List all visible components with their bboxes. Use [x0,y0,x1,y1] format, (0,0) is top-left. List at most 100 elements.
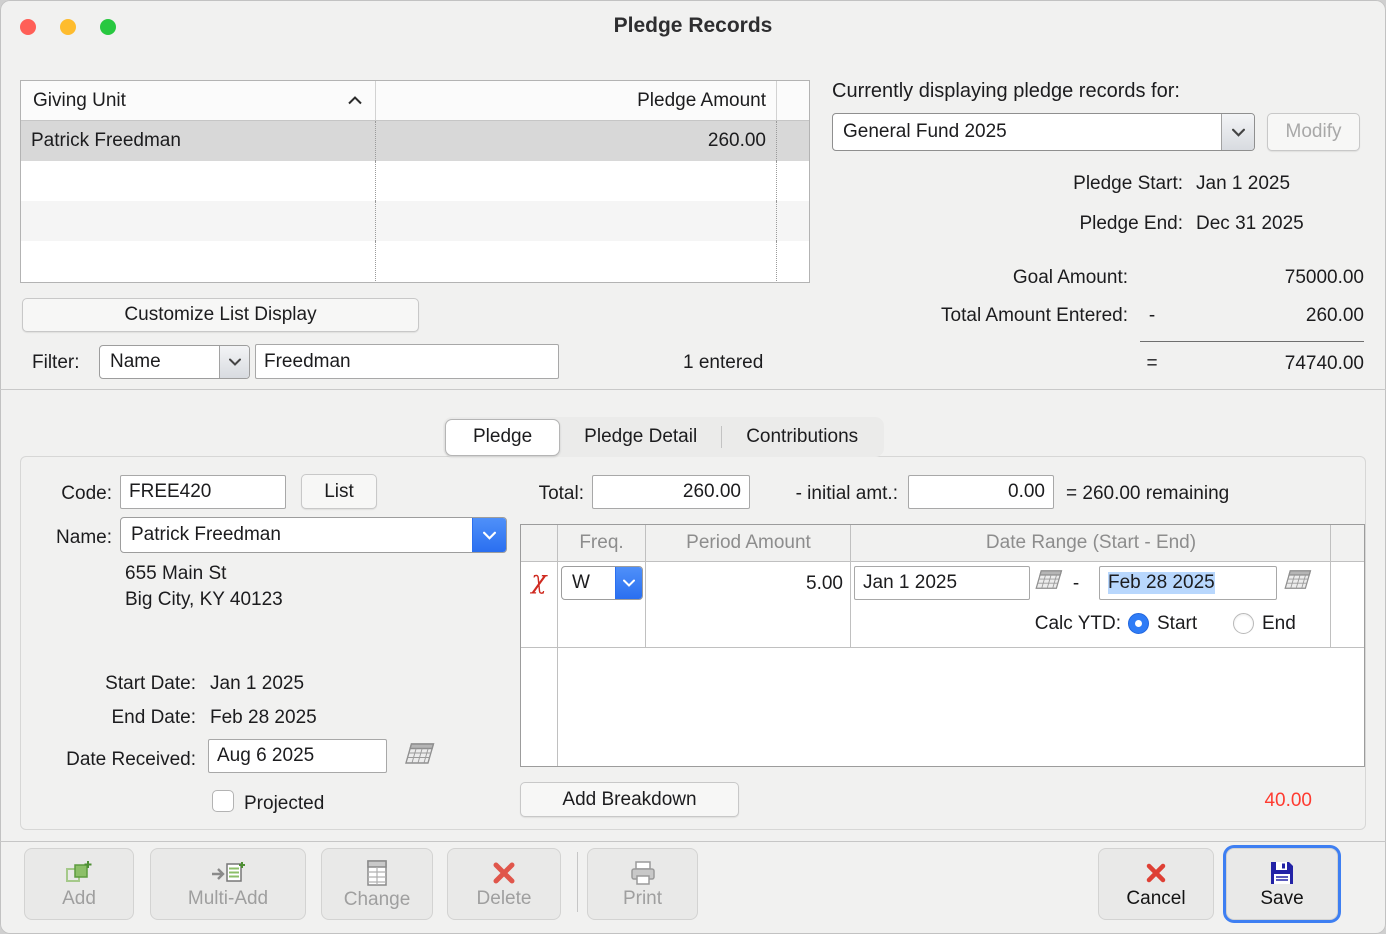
pledge-end-value: Dec 31 2025 [1196,212,1304,236]
date-received-input[interactable]: Aug 6 2025 [208,739,387,773]
column-header-pledge-amount[interactable]: Pledge Amount [376,81,777,120]
filter-label: Filter: [32,351,80,375]
start-date-value: Jan 1 2025 [210,672,304,696]
change-icon [365,859,389,887]
address-line2: Big City, KY 40123 [125,588,283,612]
multi-add-button[interactable]: Multi-Add [150,848,306,920]
calc-ytd-end-radio[interactable] [1233,613,1254,634]
filter-field-select[interactable]: Name [99,345,250,379]
customize-list-display-button[interactable]: Customize List Display [22,298,419,332]
name-select-value: Patrick Freedman [121,518,472,552]
end-date-label: End Date: [30,706,196,730]
calc-ytd-end-label: End [1262,612,1296,636]
delete-x-icon [491,860,517,886]
column-header-label: Pledge Amount [637,90,766,112]
filter-text-input[interactable]: Freedman [255,344,559,379]
projected-checkbox[interactable] [212,790,234,812]
list-button[interactable]: List [301,474,377,509]
change-button[interactable]: Change [321,848,433,920]
name-label: Name: [30,526,112,550]
add-icon [64,860,94,886]
minus-sign: - [1140,304,1164,328]
giving-unit-cell: Patrick Freedman [21,121,376,161]
toolbar-divider [0,841,1386,842]
pledge-end-label: Pledge End: [832,212,1183,236]
date-received-label: Date Received: [20,748,196,772]
total-entered-label: Total Amount Entered: [832,304,1128,328]
initial-amount-input[interactable]: 0.00 [908,475,1054,509]
add-button[interactable]: Add [24,848,134,920]
multi-add-icon [210,860,246,886]
column-header-freq: Freq. [557,532,646,554]
breakdown-table: Freq. Period Amount Date Range (Start - … [520,524,1365,767]
add-breakdown-button[interactable]: Add Breakdown [520,782,739,817]
period-amount-value: 5.00 [651,572,843,596]
total-input[interactable]: 260.00 [592,475,750,509]
cancel-x-icon [1143,860,1169,886]
table-row-empty [21,201,809,241]
column-header-period-amount: Period Amount [646,532,851,554]
frequency-select[interactable]: W [561,566,643,600]
tab-bar: Pledge Pledge Detail Contributions [443,417,884,457]
fund-select[interactable]: General Fund 2025 [832,113,1255,151]
date-picker-icon[interactable] [1034,569,1066,597]
giving-unit-table: Giving Unit Pledge Amount Patrick Freedm… [20,80,810,283]
column-header-label: Giving Unit [33,90,126,112]
section-divider [0,389,1386,390]
selected-text: Feb 28 2025 [1108,572,1215,594]
fund-select-value: General Fund 2025 [833,114,1221,150]
column-header-giving-unit[interactable]: Giving Unit [21,81,376,120]
pledge-start-label: Pledge Start: [832,172,1183,196]
frequency-value: W [562,567,615,599]
range-end-input[interactable]: Feb 28 2025 [1099,566,1277,600]
name-select[interactable]: Patrick Freedman [120,517,507,553]
goal-amount-value: 75000.00 [1164,266,1364,290]
calc-ytd-start-radio[interactable] [1128,613,1149,634]
total-entered-value: 260.00 [1164,304,1364,328]
tab-pledge-detail[interactable]: Pledge Detail [560,420,721,454]
cancel-button[interactable]: Cancel [1098,848,1214,920]
table-row[interactable]: Patrick Freedman 260.00 [21,121,809,161]
fund-panel-heading: Currently displaying pledge records for: [832,79,1180,104]
filter-field-value: Name [100,346,219,378]
table-header-row: Giving Unit Pledge Amount [21,81,809,121]
entered-count-text: 1 entered [683,351,763,375]
initial-amount-label: - initial amt.: [752,482,898,506]
goal-remaining-value: 74740.00 [1164,352,1364,376]
sum-divider-line [1140,341,1364,342]
chevron-down-icon [1221,114,1254,150]
end-date-value: Feb 28 2025 [210,706,317,730]
remaining-amount-text: = 260.00 remaining [1066,482,1229,506]
toolbar-separator [577,852,578,912]
start-date-label: Start Date: [30,672,196,696]
tab-contributions[interactable]: Contributions [722,420,882,454]
pledge-records-window: Pledge Records Giving Unit Pledge Amount… [0,0,1386,934]
sort-ascending-icon [347,96,363,105]
pledge-start-value: Jan 1 2025 [1196,172,1290,196]
code-label: Code: [30,482,112,506]
calc-ytd-start-label: Start [1157,612,1197,636]
tab-pledge[interactable]: Pledge [445,419,560,456]
date-picker-icon[interactable] [404,742,438,772]
date-picker-icon[interactable] [1283,569,1315,597]
chevron-down-icon [219,346,249,378]
print-button[interactable]: Print [587,848,698,920]
equals-sign: = [1140,352,1164,376]
printer-icon [628,860,658,886]
range-start-input[interactable]: Jan 1 2025 [854,566,1030,600]
delete-button[interactable]: Delete [447,848,561,920]
table-row-empty [21,241,809,281]
table-row-empty [21,161,809,201]
code-input[interactable]: FREE420 [120,475,286,509]
modify-fund-button[interactable]: Modify [1267,113,1360,151]
chevron-down-icon [615,567,642,599]
address-line1: 655 Main St [125,562,226,586]
column-header-date-range: Date Range (Start - End) [851,532,1331,554]
breakdown-total-value: 40.00 [1200,789,1312,813]
save-button[interactable]: Save [1226,848,1338,920]
save-floppy-icon [1269,860,1295,886]
range-dash: - [1068,572,1084,596]
delete-row-icon[interactable]: χ [524,567,554,592]
pledge-amount-cell: 260.00 [376,121,777,161]
goal-amount-label: Goal Amount: [832,266,1128,290]
